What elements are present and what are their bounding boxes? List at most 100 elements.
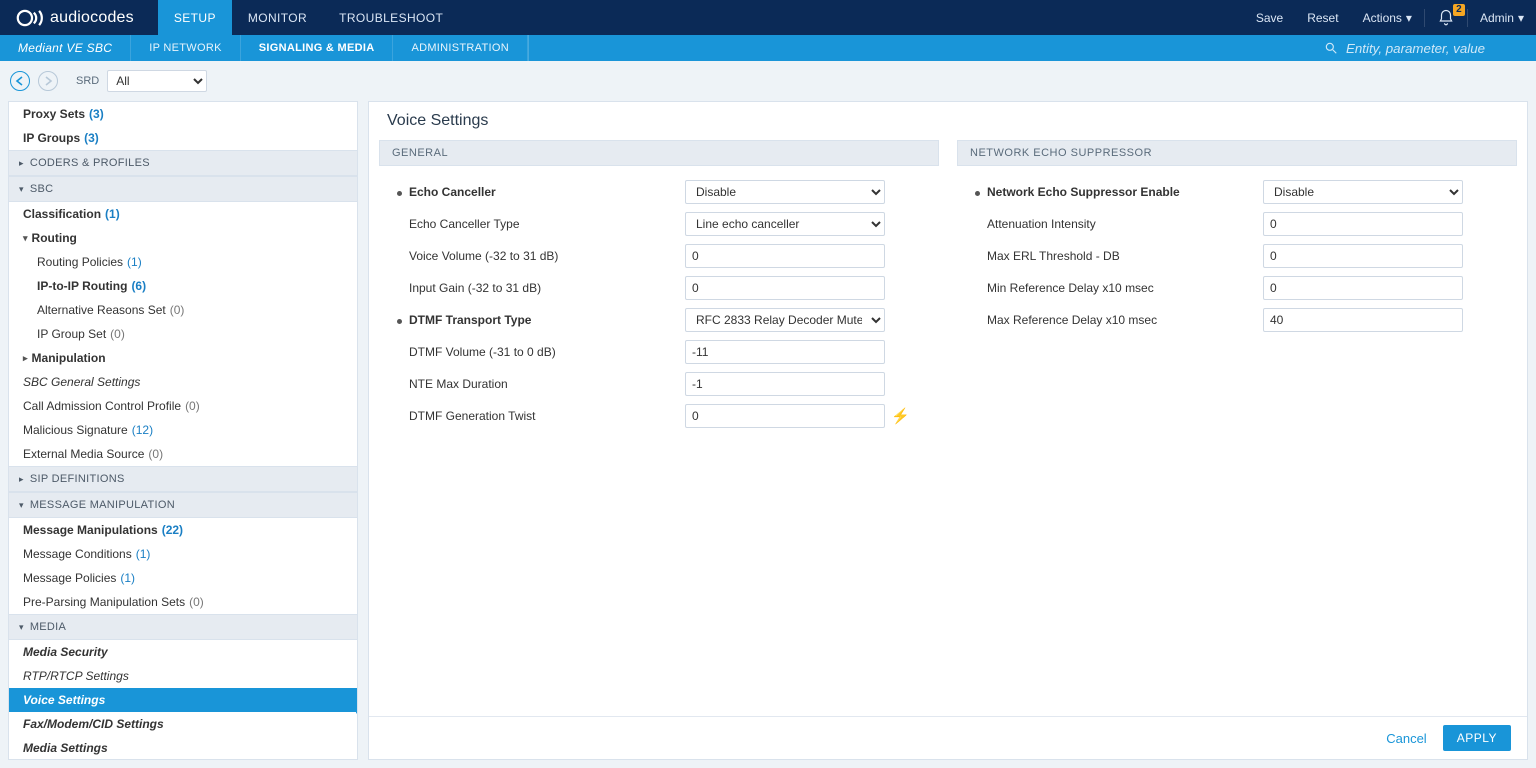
- chevron-down-icon: [19, 500, 24, 511]
- label: Call Admission Control Profile: [23, 399, 181, 413]
- input-input-gain[interactable]: [685, 276, 885, 300]
- sidebar-item-msg-manipulations[interactable]: Message Manipulations (22): [9, 518, 357, 542]
- sidebar-item-media-settings[interactable]: Media Settings: [9, 736, 357, 760]
- input-dtmf-twist[interactable]: [685, 404, 885, 428]
- label: CODERS & PROFILES: [30, 157, 150, 169]
- sidebar-section-msg-manip[interactable]: MESSAGE MANIPULATION: [9, 492, 357, 518]
- input-voice-volume[interactable]: [685, 244, 885, 268]
- label: Message Conditions: [23, 547, 132, 561]
- nav-forward-button[interactable]: [38, 71, 58, 91]
- sidebar: Proxy Sets (3) IP Groups (3) CODERS & PR…: [8, 101, 358, 760]
- brand-logo: audiocodes: [0, 9, 158, 27]
- label-dtmf-transport: DTMF Transport Type: [385, 313, 685, 327]
- sub-nav: Mediant VE SBC IP NETWORK SIGNALING & ME…: [0, 35, 1536, 61]
- sidebar-item-voice-settings[interactable]: Voice Settings: [9, 688, 357, 712]
- sidebar-item-routing-policies[interactable]: Routing Policies (1): [9, 250, 357, 274]
- subnav-ip-network[interactable]: IP NETWORK: [131, 35, 240, 61]
- arrow-right-icon: [43, 76, 53, 86]
- chevron-down-icon: ▾: [1518, 11, 1524, 25]
- label-max-erl: Max ERL Threshold - DB: [963, 249, 1263, 263]
- srd-select[interactable]: All: [107, 70, 207, 92]
- reset-button[interactable]: Reset: [1295, 0, 1350, 35]
- notification-badge: 2: [1453, 4, 1465, 16]
- input-max-ref[interactable]: [1263, 308, 1463, 332]
- label: External Media Source: [23, 447, 144, 461]
- label: IP Groups: [23, 131, 80, 145]
- label-nte-max: NTE Max Duration: [385, 377, 685, 391]
- sidebar-item-ip-group-set[interactable]: IP Group Set (0): [9, 322, 357, 346]
- subnav-signaling-media[interactable]: SIGNALING & MEDIA: [241, 35, 394, 61]
- sidebar-section-sip-def[interactable]: SIP DEFINITIONS: [9, 466, 357, 492]
- sidebar-item-ip-to-ip-routing[interactable]: IP-to-IP Routing (6): [9, 274, 357, 298]
- tab-troubleshoot[interactable]: TROUBLESHOOT: [323, 0, 459, 35]
- label: Manipulation: [32, 351, 106, 365]
- cancel-button[interactable]: Cancel: [1386, 731, 1426, 746]
- sidebar-item-alt-reasons[interactable]: Alternative Reasons Set (0): [9, 298, 357, 322]
- input-attenuation[interactable]: [1263, 212, 1463, 236]
- label: Routing Policies: [37, 255, 123, 269]
- input-dtmf-volume[interactable]: [685, 340, 885, 364]
- input-min-ref[interactable]: [1263, 276, 1463, 300]
- sidebar-item-manipulation[interactable]: Manipulation: [9, 346, 357, 370]
- sidebar-item-msg-policies[interactable]: Message Policies (1): [9, 566, 357, 590]
- actions-menu[interactable]: Actions▾: [1351, 0, 1424, 35]
- subnav-administration[interactable]: ADMINISTRATION: [393, 35, 528, 61]
- tab-monitor[interactable]: MONITOR: [232, 0, 323, 35]
- save-button[interactable]: Save: [1244, 0, 1295, 35]
- label-nes-enable: Network Echo Suppressor Enable: [963, 185, 1263, 199]
- user-menu[interactable]: Admin▾: [1468, 0, 1536, 35]
- notifications-button[interactable]: 2: [1425, 0, 1467, 35]
- nav-back-button[interactable]: [10, 71, 30, 91]
- form-panels: GENERAL Echo CancellerDisable Echo Cance…: [369, 140, 1527, 716]
- product-name[interactable]: Mediant VE SBC: [0, 35, 131, 61]
- label: Message Manipulations: [23, 523, 158, 537]
- label-dtmf-twist: DTMF Generation Twist: [385, 409, 685, 423]
- apply-button[interactable]: APPLY: [1443, 725, 1511, 751]
- search-input[interactable]: [1344, 40, 1524, 57]
- global-search[interactable]: [1312, 35, 1536, 61]
- sidebar-section-sbc[interactable]: SBC: [9, 176, 357, 202]
- chevron-right-icon: [19, 474, 24, 485]
- label: Routing: [32, 231, 77, 245]
- count: (0): [170, 303, 185, 317]
- label: Message Policies: [23, 571, 116, 585]
- content-footer: Cancel APPLY: [369, 716, 1527, 759]
- input-max-erl[interactable]: [1263, 244, 1463, 268]
- sidebar-item-cac-profile[interactable]: Call Admission Control Profile (0): [9, 394, 357, 418]
- sidebar-item-media-security[interactable]: Media Security: [9, 640, 357, 664]
- select-ec-type[interactable]: Line echo canceller: [685, 212, 885, 236]
- sidebar-item-proxy-sets[interactable]: Proxy Sets (3): [9, 102, 357, 126]
- sidebar-item-malicious-signature[interactable]: Malicious Signature (12): [9, 418, 357, 442]
- label-attenuation: Attenuation Intensity: [963, 217, 1263, 231]
- top-bar: audiocodes SETUP MONITOR TROUBLESHOOT Sa…: [0, 0, 1536, 35]
- chevron-down-icon: [19, 184, 24, 195]
- sidebar-item-external-media[interactable]: External Media Source (0): [9, 442, 357, 466]
- label: Classification: [23, 207, 101, 221]
- select-echo-canceller[interactable]: Disable: [685, 180, 885, 204]
- sidebar-item-preparse[interactable]: Pre-Parsing Manipulation Sets (0): [9, 590, 357, 614]
- label: IP-to-IP Routing: [37, 279, 127, 293]
- select-nes-enable[interactable]: Disable: [1263, 180, 1463, 204]
- sidebar-item-routing[interactable]: Routing: [9, 226, 357, 250]
- count: (1): [127, 255, 142, 269]
- sidebar-section-coders[interactable]: CODERS & PROFILES: [9, 150, 357, 176]
- sidebar-item-msg-conditions[interactable]: Message Conditions (1): [9, 542, 357, 566]
- label-voice-volume: Voice Volume (-32 to 31 dB): [385, 249, 685, 263]
- chevron-right-icon: [19, 158, 24, 169]
- sidebar-item-classification[interactable]: Classification (1): [9, 202, 357, 226]
- count: (3): [89, 107, 104, 121]
- label-max-ref: Max Reference Delay x10 msec: [963, 313, 1263, 327]
- count: (0): [185, 399, 200, 413]
- sidebar-item-ip-groups[interactable]: IP Groups (3): [9, 126, 357, 150]
- label: Alternative Reasons Set: [37, 303, 166, 317]
- sidebar-section-media[interactable]: MEDIA: [9, 614, 357, 640]
- panel-general: GENERAL Echo CancellerDisable Echo Cance…: [379, 140, 939, 716]
- input-nte-max[interactable]: [685, 372, 885, 396]
- sidebar-item-fax-modem[interactable]: Fax/Modem/CID Settings: [9, 712, 357, 736]
- tab-setup[interactable]: SETUP: [158, 0, 232, 35]
- sidebar-item-sbc-general[interactable]: SBC General Settings: [9, 370, 357, 394]
- label-min-ref: Min Reference Delay x10 msec: [963, 281, 1263, 295]
- label-input-gain: Input Gain (-32 to 31 dB): [385, 281, 685, 295]
- select-dtmf-transport[interactable]: RFC 2833 Relay Decoder Mute: [685, 308, 885, 332]
- sidebar-item-rtp-rtcp[interactable]: RTP/RTCP Settings: [9, 664, 357, 688]
